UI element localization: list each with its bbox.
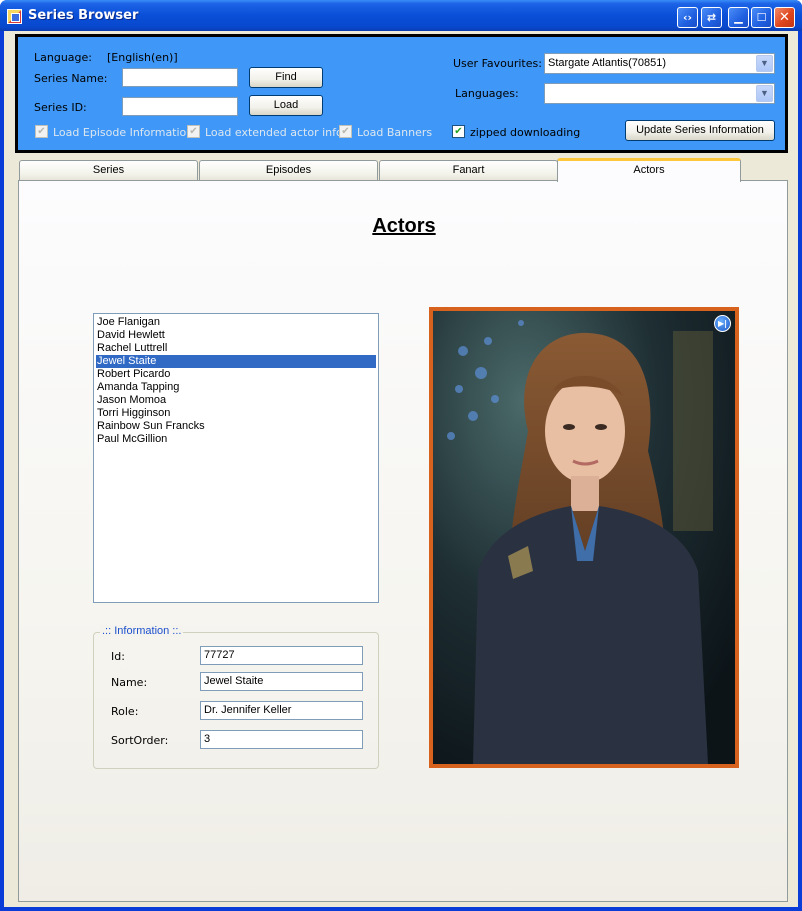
window-client-area: Language: [English(en)] Series Name: Fin… — [4, 31, 798, 907]
tab-fanart[interactable]: Fanart — [379, 160, 558, 180]
find-button[interactable]: Find — [249, 67, 323, 88]
maximize-button[interactable]: ☐ — [751, 7, 772, 28]
window-title: Series Browser — [28, 8, 139, 23]
actor-list-item[interactable]: Rachel Luttrell — [96, 342, 376, 355]
next-image-icon[interactable]: ▶| — [714, 315, 731, 332]
user-favourites-label: User Favourites: — [453, 57, 542, 70]
load-button[interactable]: Load — [249, 95, 323, 116]
window-menu-icon[interactable]: ⇄ — [701, 7, 722, 28]
update-series-button[interactable]: Update Series Information — [625, 120, 775, 141]
actor-list-item[interactable]: David Hewlett — [96, 329, 376, 342]
load-episode-info-label: Load Episode Information — [53, 126, 194, 139]
load-banners-checkbox[interactable]: ✔ — [339, 125, 352, 138]
title-bar[interactable]: Series Browser ‹› ⇄ ▁ ☐ ✕ — [0, 0, 802, 31]
language-label: Language: — [34, 51, 92, 64]
actor-list-item[interactable]: Jason Momoa — [96, 394, 376, 407]
actor-list-item[interactable]: Amanda Tapping — [96, 381, 376, 394]
chevron-down-icon[interactable]: ▼ — [756, 55, 773, 72]
chevron-down-icon[interactable]: ▼ — [756, 85, 773, 102]
app-icon — [7, 9, 22, 24]
zipped-downloading-checkbox[interactable]: ✔ — [452, 125, 465, 138]
close-button[interactable]: ✕ — [774, 7, 795, 28]
search-panel: Language: [English(en)] Series Name: Fin… — [15, 34, 788, 153]
actor-list-item[interactable]: Paul McGillion — [96, 433, 376, 446]
name-label: Name: — [111, 676, 148, 689]
load-extended-actor-info-checkbox[interactable]: ✔ — [187, 125, 200, 138]
load-banners-label: Load Banners — [357, 126, 433, 139]
role-label: Role: — [111, 705, 139, 718]
series-name-input[interactable] — [122, 68, 238, 87]
id-field[interactable]: 77727 — [200, 646, 363, 665]
actors-tab-page: Actors Joe Flanigan David Hewlett Rachel L… — [18, 180, 788, 902]
resize-icon[interactable]: ‹› — [677, 7, 698, 28]
tab-series[interactable]: Series — [19, 160, 198, 180]
actor-photo: ▶| — [433, 311, 735, 764]
sortorder-label: SortOrder: — [111, 734, 169, 747]
languages-select[interactable]: ▼ — [544, 83, 775, 104]
zipped-downloading-label: zipped downloading — [470, 126, 581, 139]
id-label: Id: — [111, 650, 125, 663]
tab-episodes[interactable]: Episodes — [199, 160, 378, 180]
name-field[interactable]: Jewel Staite — [200, 672, 363, 691]
actor-list-item[interactable]: Robert Picardo — [96, 368, 376, 381]
actor-listbox[interactable]: Joe Flanigan David Hewlett Rachel Luttrell… — [93, 313, 379, 603]
actor-list-item[interactable]: Jewel Staite — [96, 355, 376, 368]
application-window: Series Browser ‹› ⇄ ▁ ☐ ✕ Language: [Eng… — [0, 0, 802, 911]
role-field[interactable]: Dr. Jennifer Keller — [200, 701, 363, 720]
actor-portrait-illustration — [433, 311, 735, 764]
load-episode-info-checkbox[interactable]: ✔ — [35, 125, 48, 138]
actors-heading: Actors — [372, 215, 436, 237]
user-favourites-select[interactable]: Stargate Atlantis(70851) ▼ — [544, 53, 775, 74]
actor-list-item[interactable]: Joe Flanigan — [96, 316, 376, 329]
actor-photo-frame: ▶| — [429, 307, 739, 768]
information-title: .:: Information ::. — [100, 625, 184, 637]
tab-actors[interactable]: Actors — [557, 158, 741, 182]
sortorder-field[interactable]: 3 — [200, 730, 363, 749]
actor-list-item[interactable]: Torri Higginson — [96, 407, 376, 420]
load-extended-actor-info-label: Load extended actor info — [205, 126, 343, 139]
information-groupbox: .:: Information ::. Id: 77727 Name: Jewe… — [93, 625, 379, 769]
series-id-label: Series ID: — [34, 101, 87, 114]
minimize-button[interactable]: ▁ — [728, 7, 749, 28]
user-favourites-value: Stargate Atlantis(70851) — [548, 57, 667, 69]
actor-list-item[interactable]: Rainbow Sun Francks — [96, 420, 376, 433]
series-id-input[interactable] — [122, 97, 238, 116]
series-name-label: Series Name: — [34, 72, 108, 85]
language-value: [English(en)] — [107, 51, 178, 64]
languages-label: Languages: — [455, 87, 519, 100]
